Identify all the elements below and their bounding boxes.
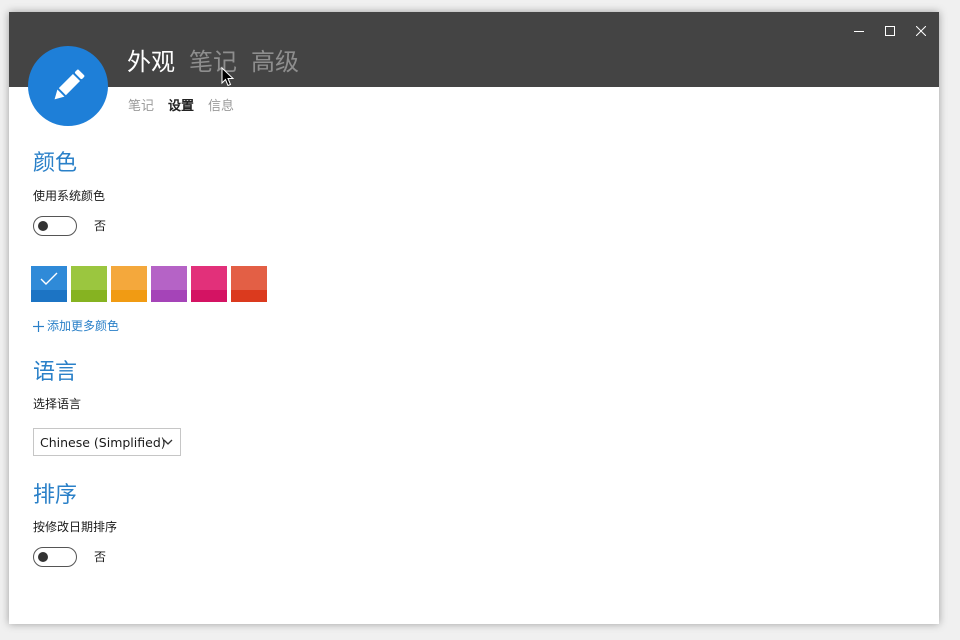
plus-icon bbox=[33, 320, 44, 332]
use-system-color-toggle[interactable] bbox=[33, 216, 77, 236]
swatch-light bbox=[111, 266, 147, 290]
toggle-knob bbox=[38, 221, 48, 231]
swatch-dark bbox=[231, 290, 267, 302]
sort-by-date-label: 按修改日期排序 bbox=[33, 520, 118, 534]
subtab-info[interactable]: 信息 bbox=[208, 98, 234, 116]
maximize-icon bbox=[885, 26, 895, 36]
color-swatch[interactable] bbox=[231, 266, 267, 302]
swatch-dark bbox=[111, 290, 147, 302]
tab-appearance[interactable]: 外观 bbox=[127, 46, 175, 78]
subtab-settings[interactable]: 设置 bbox=[168, 98, 194, 116]
sort-by-date-state: 否 bbox=[94, 550, 107, 564]
maximize-button[interactable] bbox=[875, 20, 905, 42]
sort-by-date-toggle[interactable] bbox=[33, 547, 77, 567]
language-select[interactable]: Chinese (Simplified) bbox=[33, 428, 181, 456]
chevron-down-icon bbox=[163, 439, 173, 445]
subtab-notes[interactable]: 笔记 bbox=[128, 98, 154, 116]
use-system-color-label: 使用系统颜色 bbox=[33, 189, 106, 203]
close-icon bbox=[916, 26, 926, 36]
add-more-colors-label: 添加更多颜色 bbox=[47, 319, 120, 333]
color-swatch[interactable] bbox=[71, 266, 107, 302]
swatch-light bbox=[151, 266, 187, 290]
add-more-colors-link[interactable]: 添加更多颜色 bbox=[33, 318, 119, 334]
toggle-knob bbox=[38, 552, 48, 562]
app-logo bbox=[28, 46, 108, 126]
minimize-icon bbox=[854, 31, 864, 32]
swatch-dark bbox=[191, 290, 227, 302]
close-button[interactable] bbox=[906, 20, 936, 42]
tab-advanced[interactable]: 高级 bbox=[251, 46, 299, 78]
color-section-title: 颜色 bbox=[33, 151, 78, 176]
language-section-title: 语言 bbox=[33, 360, 78, 385]
app-window: 外观 笔记 高级 笔记 设置 信息 颜色 使用系统颜色 否 添加更多颜色 语言 … bbox=[9, 12, 939, 624]
swatch-light bbox=[231, 266, 267, 290]
language-select-value: Chinese (Simplified) bbox=[40, 434, 166, 450]
tab-notes[interactable]: 笔记 bbox=[189, 46, 237, 78]
swatch-light bbox=[191, 266, 227, 290]
swatch-dark bbox=[31, 290, 67, 302]
main-tabs: 外观 笔记 高级 bbox=[127, 46, 299, 78]
color-swatch[interactable] bbox=[191, 266, 227, 302]
swatch-light bbox=[71, 266, 107, 290]
swatch-dark bbox=[151, 290, 187, 302]
pencil-icon bbox=[54, 69, 85, 100]
minimize-button[interactable] bbox=[844, 20, 874, 42]
color-swatch[interactable] bbox=[31, 266, 67, 302]
select-language-label: 选择语言 bbox=[33, 397, 82, 411]
color-swatches bbox=[31, 266, 267, 302]
swatch-dark bbox=[71, 290, 107, 302]
use-system-color-state: 否 bbox=[94, 219, 107, 233]
sort-section-title: 排序 bbox=[33, 483, 78, 508]
sub-tabs: 笔记 设置 信息 bbox=[128, 98, 234, 116]
color-swatch[interactable] bbox=[111, 266, 147, 302]
check-icon bbox=[40, 272, 58, 285]
color-swatch[interactable] bbox=[151, 266, 187, 302]
